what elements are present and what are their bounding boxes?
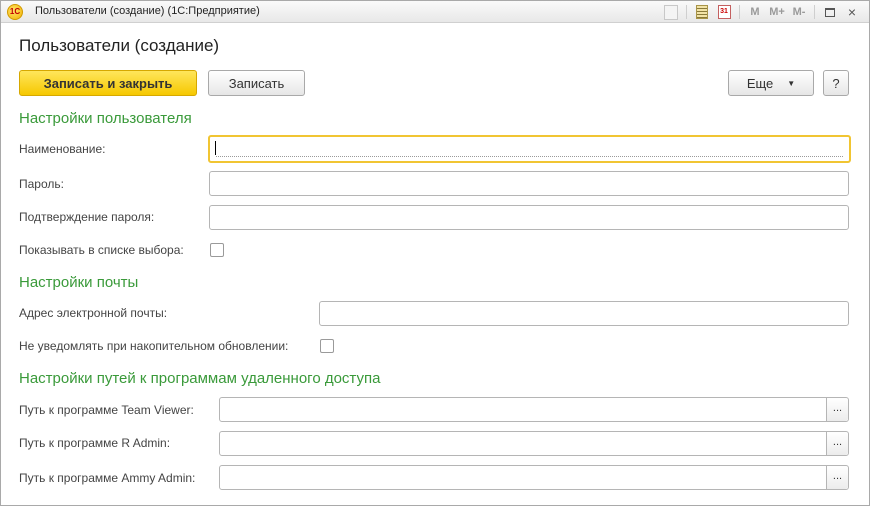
save-button[interactable]: Записать	[208, 70, 305, 96]
section-mail-settings: Настройки почты	[19, 274, 139, 291]
document-icon[interactable]	[662, 3, 680, 21]
name-input[interactable]	[208, 135, 851, 163]
calculator-icon[interactable]	[693, 3, 711, 21]
email-input[interactable]	[319, 301, 849, 326]
more-button-label: Еще	[746, 75, 774, 91]
name-label: Наименование:	[19, 142, 106, 156]
chevron-down-icon: ▼	[787, 78, 796, 88]
close-icon[interactable]: ×	[843, 3, 861, 21]
calendar-icon[interactable]: 31	[715, 3, 733, 21]
section-remote-settings: Настройки путей к программам удаленного …	[19, 370, 381, 387]
no-notify-label: Не уведомлять при накопительном обновлен…	[19, 339, 289, 353]
memory-store-button[interactable]: M	[746, 3, 764, 21]
window-title: Пользователи (создание) (1С:Предприятие)	[35, 5, 260, 17]
toolbar-divider	[814, 5, 815, 19]
section-user-settings: Настройки пользователя	[19, 110, 192, 127]
confirm-password-input[interactable]	[209, 205, 849, 230]
no-notify-checkbox[interactable]	[320, 339, 334, 353]
teamviewer-path-input[interactable]: ...	[219, 397, 849, 422]
more-button[interactable]: Еще ▼	[728, 70, 814, 96]
save-and-close-button[interactable]: Записать и закрыть	[19, 70, 197, 96]
ammy-path-input[interactable]: ...	[219, 465, 849, 490]
show-in-list-label: Показывать в списке выбора:	[19, 243, 184, 257]
help-button[interactable]: ?	[823, 70, 849, 96]
title-bar: 1С Пользователи (создание) (1С:Предприят…	[1, 1, 869, 23]
memory-add-button[interactable]: M+	[768, 3, 786, 21]
main-window: 1С Пользователи (создание) (1С:Предприят…	[0, 0, 870, 506]
radmin-path-input[interactable]: ...	[219, 431, 849, 456]
app-logo-icon: 1С	[7, 4, 23, 20]
text-caret	[215, 141, 216, 155]
page-title: Пользователи (создание)	[19, 36, 220, 55]
email-label: Адрес электронной почты:	[19, 306, 168, 320]
password-input[interactable]	[209, 171, 849, 196]
password-label: Пароль:	[19, 177, 64, 191]
input-underline	[216, 156, 843, 157]
memory-subtract-button[interactable]: M-	[790, 3, 808, 21]
show-in-list-checkbox[interactable]	[210, 243, 224, 257]
maximize-icon[interactable]	[821, 3, 839, 21]
ammy-label: Путь к программе Ammy Admin:	[19, 471, 196, 485]
title-bar-tools: 31 M M+ M- ×	[658, 3, 861, 21]
teamviewer-label: Путь к программе Team Viewer:	[19, 403, 194, 417]
ammy-browse-button[interactable]: ...	[826, 466, 848, 489]
radmin-browse-button[interactable]: ...	[826, 432, 848, 455]
toolbar-divider	[739, 5, 740, 19]
toolbar-divider	[686, 5, 687, 19]
radmin-label: Путь к программе R Admin:	[19, 436, 171, 450]
teamviewer-browse-button[interactable]: ...	[826, 398, 848, 421]
confirm-password-label: Подтверждение пароля:	[19, 210, 155, 224]
